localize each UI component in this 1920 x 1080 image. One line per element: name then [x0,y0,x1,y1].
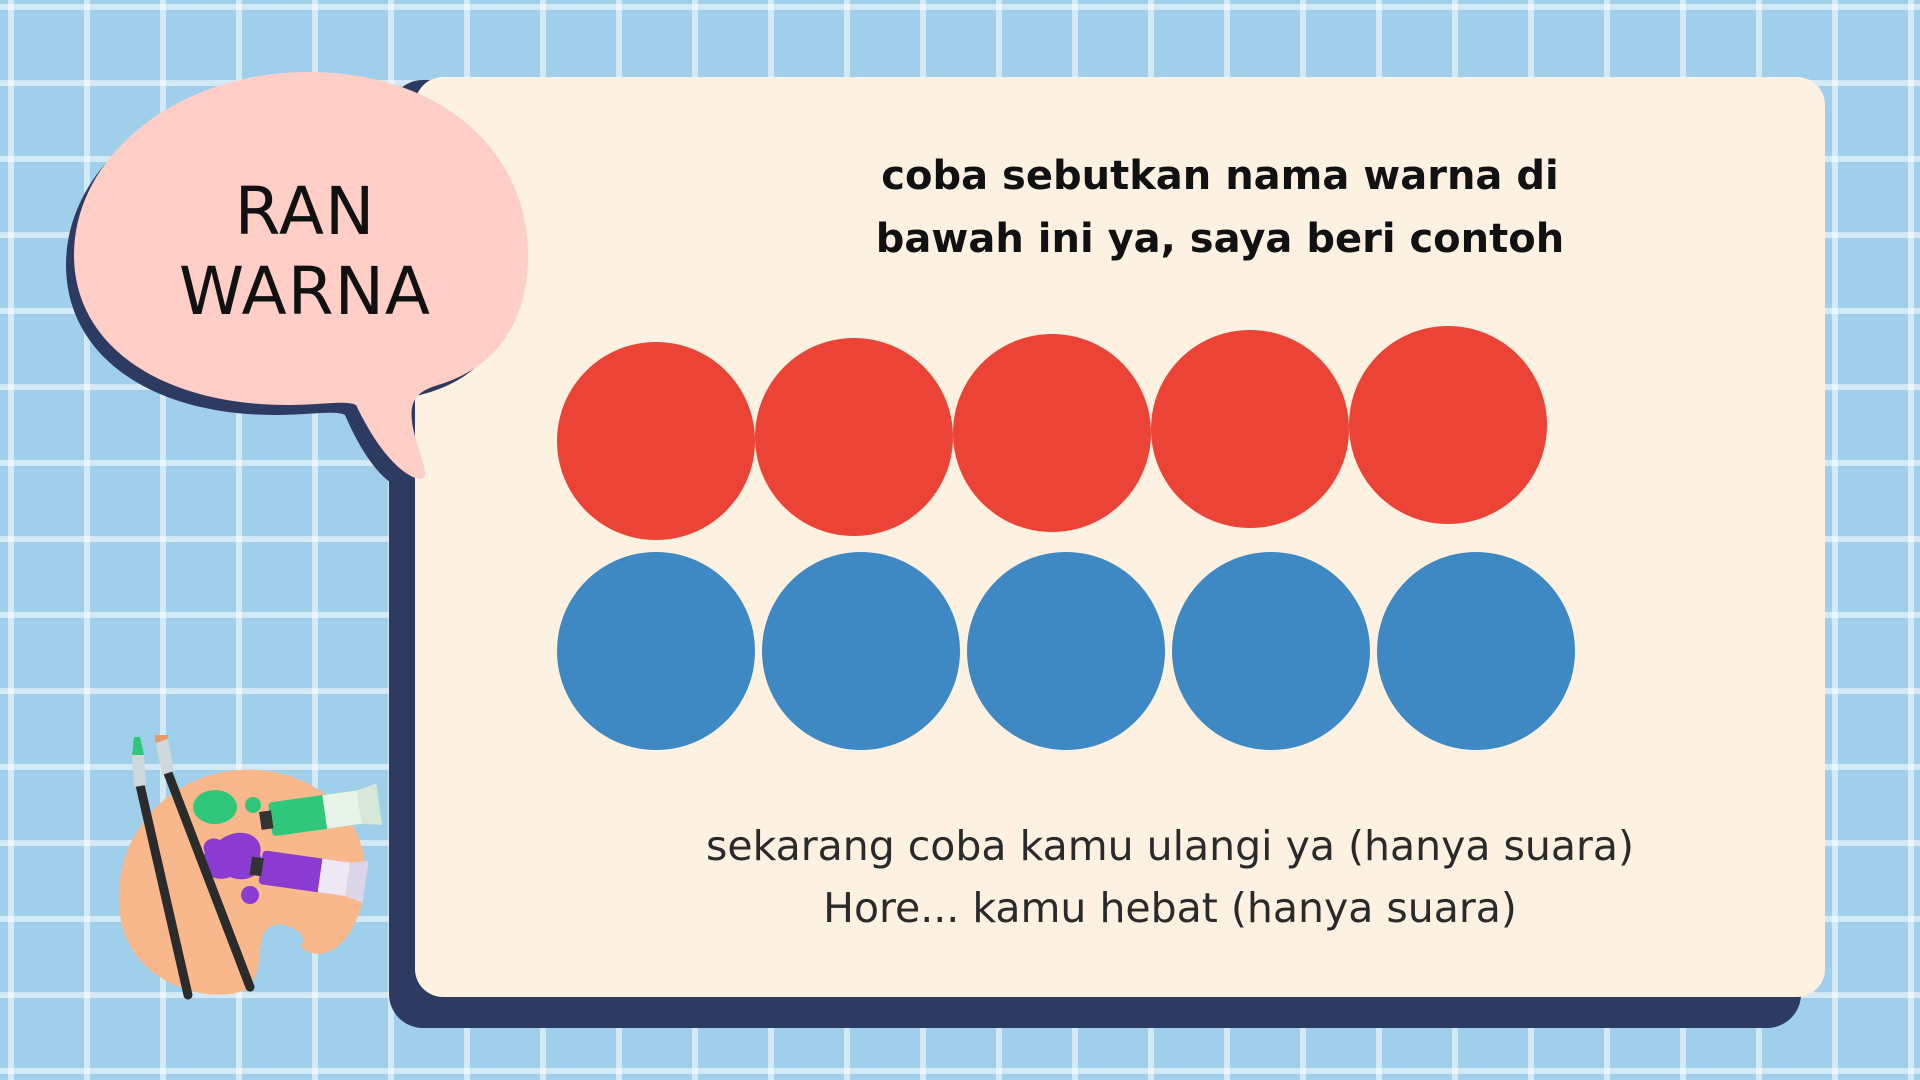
footer-line1: sekarang coba kamu ulangi ya (hanya suar… [706,822,1634,870]
bubble-title-line1: RAN [234,173,376,250]
paint-palette-icon [118,735,383,1000]
instruction-text: coba sebutkan nama warna di bawah ini ya… [830,145,1610,271]
bubble-title-line2: WARNA [178,253,432,330]
footer-line2: Hore... kamu hebat (hanya suara) [823,884,1517,932]
instruction-line2: bawah ini ya, saya beri contoh [875,216,1565,262]
footer-text: sekarang coba kamu ulangi ya (hanya suar… [660,815,1680,939]
instruction-line1: coba sebutkan nama warna di [881,153,1559,199]
bubble-title: RAN WARNA [150,172,460,332]
